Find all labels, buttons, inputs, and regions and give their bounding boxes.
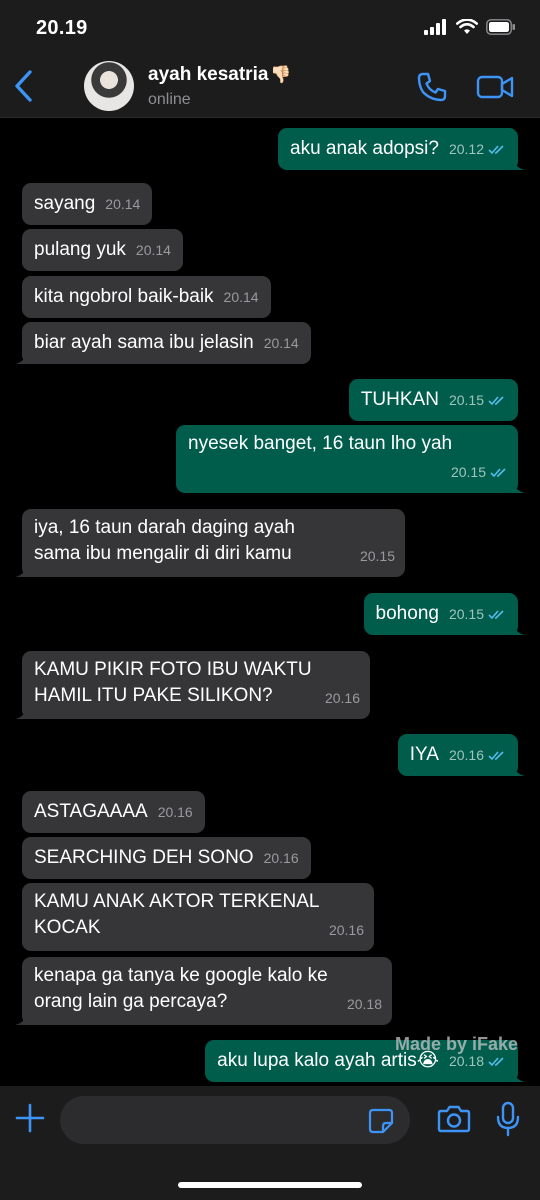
message-incoming[interactable]: ASTAGAAAA 20.16	[22, 791, 205, 833]
message-text: TUHKAN	[360, 389, 439, 410]
video-icon[interactable]	[476, 72, 514, 102]
read-ticks-icon	[488, 395, 504, 405]
wifi-icon	[456, 19, 478, 34]
message-time: 20.18	[448, 1053, 484, 1069]
message-time: 20.16	[448, 747, 484, 763]
message-text: biar ayah sama ibu jelasin	[34, 332, 254, 353]
message-outgoing[interactable]: TUHKAN 20.15	[348, 379, 518, 421]
message-outgoing[interactable]: nyesek banget, 16 taun lho yah 20.15	[176, 425, 525, 493]
contact-name[interactable]: ayah kesatria 👎🏻	[148, 64, 292, 86]
bubble-tail	[511, 762, 525, 776]
back-icon[interactable]	[12, 68, 36, 104]
plus-icon[interactable]	[14, 1102, 46, 1134]
status-icons	[424, 19, 516, 35]
watermark: Made by iFake	[394, 1034, 518, 1054]
message-text: nyesek banget, 16 taun lho yah	[188, 433, 453, 454]
message-incoming[interactable]: sayang 20.14	[22, 183, 153, 225]
message-incoming[interactable]: kita ngobrol baik-baik 20.14	[22, 276, 271, 318]
message-incoming[interactable]: SEARCHING DEH SONO 20.16	[22, 837, 311, 879]
message-time: 20.15	[448, 606, 484, 622]
message-text-line: HAMIL ITU PAKE SILIKON?	[34, 685, 273, 706]
message-time: 20.15	[450, 464, 486, 480]
contact-name-text: ayah kesatria	[148, 64, 269, 85]
mic-icon[interactable]	[496, 1101, 520, 1137]
bubble-tail	[15, 350, 29, 364]
message-incoming[interactable]: kenapa ga tanya ke google kalo ke orang …	[15, 957, 392, 1025]
bubble-tail	[511, 479, 525, 493]
thumb-down-emoji: 👎🏻	[270, 65, 292, 84]
contact-status: online	[148, 91, 191, 108]
message-text: pulang yuk	[34, 239, 126, 260]
message-text-line: sama ibu mengalir di diri kamu	[34, 543, 292, 564]
bubble-tail	[511, 621, 525, 635]
read-ticks-icon	[488, 609, 504, 619]
message-incoming[interactable]: KAMU PIKIR FOTO IBU WAKTU HAMIL ITU PAKE…	[15, 651, 370, 719]
read-ticks-icon	[488, 144, 504, 154]
bubble-tail	[15, 705, 29, 719]
message-incoming[interactable]: pulang yuk 20.14	[22, 229, 183, 271]
message-text: ASTAGAAAA	[34, 801, 148, 822]
message-outgoing[interactable]: bohong 20.15	[363, 593, 525, 635]
bubble-tail	[511, 156, 525, 170]
avatar[interactable]	[84, 61, 134, 111]
message-time: 20.14	[135, 242, 171, 258]
message-time: 20.16	[263, 850, 299, 866]
read-ticks-icon	[488, 1056, 504, 1066]
home-indicator	[178, 1182, 362, 1188]
message-incoming[interactable]: biar ayah sama ibu jelasin 20.14	[15, 322, 311, 364]
chat-header: ayah kesatria 👎🏻 online	[0, 56, 540, 118]
message-text-line: orang lain ga percaya?	[34, 991, 228, 1012]
battery-icon	[486, 19, 515, 35]
message-incoming[interactable]: iya, 16 taun darah daging ayah sama ibu …	[15, 509, 405, 577]
message-text: aku anak adopsi?	[290, 138, 439, 159]
chat-area: aku anak adopsi? 20.12 sayang 20.14 pula…	[0, 119, 540, 1086]
bubble-tail	[15, 1011, 29, 1025]
message-time: 20.15	[448, 392, 484, 408]
message-incoming[interactable]: KAMU ANAK AKTOR TERKENAL KOCAK 20.16	[22, 883, 374, 951]
status-time: 20.19	[36, 17, 88, 39]
message-time: 20.12	[448, 141, 484, 157]
message-text-line: KAMU PIKIR FOTO IBU WAKTU	[34, 659, 312, 680]
message-text: SEARCHING DEH SONO	[34, 847, 254, 868]
message-text-line: iya, 16 taun darah daging ayah	[34, 517, 295, 538]
message-text: kita ngobrol baik-baik	[34, 286, 214, 307]
bubble-tail	[511, 1068, 525, 1082]
message-text: IYA	[409, 744, 439, 765]
sticker-icon[interactable]	[368, 1108, 394, 1134]
message-time: 20.16	[324, 690, 360, 706]
input-bar	[0, 1086, 540, 1200]
status-bar: 20.19	[0, 0, 540, 56]
camera-icon[interactable]	[437, 1104, 471, 1134]
message-input[interactable]	[60, 1096, 410, 1144]
phone-icon[interactable]	[416, 71, 448, 103]
message-text-line: kenapa ga tanya ke google kalo ke	[34, 965, 328, 986]
message-text-line: KAMU ANAK AKTOR TERKENAL	[34, 891, 320, 912]
read-ticks-icon	[488, 750, 504, 760]
message-text-line: KOCAK	[34, 917, 101, 938]
message-outgoing[interactable]: IYA 20.16	[397, 734, 525, 776]
message-time: 20.16	[328, 922, 364, 938]
message-time: 20.15	[359, 548, 395, 564]
message-time: 20.14	[223, 289, 259, 305]
read-ticks-icon	[490, 467, 506, 477]
message-time: 20.14	[105, 196, 141, 212]
message-time: 20.14	[263, 335, 299, 351]
message-text: bohong	[375, 603, 439, 624]
message-time: 20.16	[157, 804, 193, 820]
message-time: 20.18	[346, 996, 382, 1012]
message-text: sayang	[34, 193, 96, 214]
message-outgoing[interactable]: aku anak adopsi? 20.12	[278, 128, 525, 170]
bubble-tail	[15, 563, 29, 577]
signal-icon	[424, 19, 446, 35]
